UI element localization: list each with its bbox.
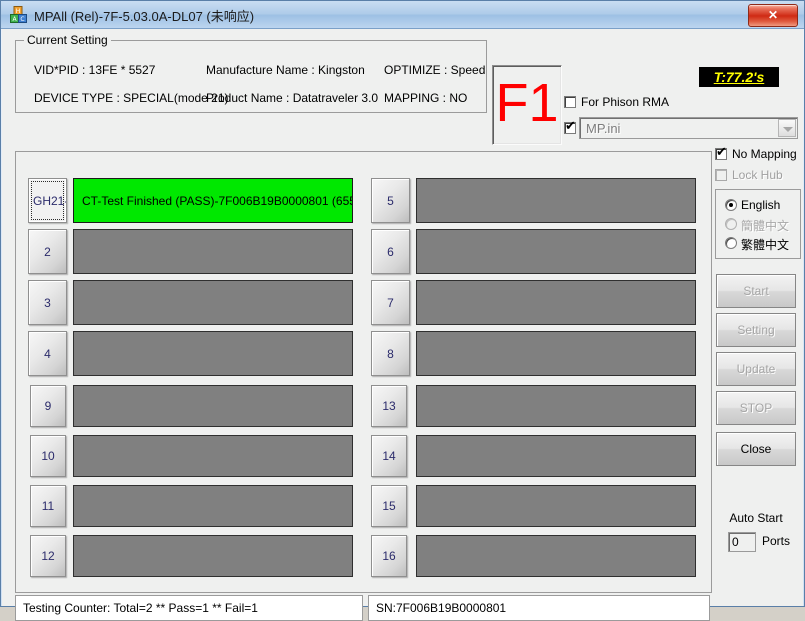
ini-file-value: MP.ini <box>586 121 621 136</box>
function-key-label: F1 <box>495 73 559 133</box>
start-button: Start <box>716 274 796 308</box>
port-status-text: CT-Test Finished (PASS)-7F006B19B0000801… <box>82 193 352 208</box>
port-button-label: 15 <box>382 499 396 513</box>
current-setting-group: Current Setting VID*PID : 13FE * 5527 Ma… <box>15 33 487 113</box>
port-button-16[interactable]: 16 <box>371 535 407 577</box>
port-button-label: 4 <box>44 346 51 361</box>
port-status-bar-8 <box>416 331 696 376</box>
port-button-label: 6 <box>387 244 394 259</box>
port-button-4[interactable]: 4 <box>28 331 67 376</box>
manufacture-name-text: Manufacture Name : Kingston <box>206 63 365 77</box>
port-status-bar-6 <box>416 229 696 274</box>
checkbox-box <box>564 96 576 108</box>
port-button-9[interactable]: 9 <box>30 385 66 427</box>
port-button-label: 9 <box>44 399 52 413</box>
port-button-label: 13 <box>382 399 396 413</box>
current-setting-legend: Current Setting <box>24 33 111 47</box>
device-type-text: DEVICE TYPE : SPECIAL(mode 21) <box>34 91 229 105</box>
port-status-bar-14 <box>416 435 696 477</box>
port-button-label: 2 <box>44 244 51 259</box>
product-name-text: Product Name : Datatraveler 3.0 <box>206 91 379 105</box>
radio-circle <box>725 237 737 249</box>
port-status-bar-15 <box>416 485 696 527</box>
ports-panel: GH21-1 CT-Test Finished (PASS)-7F006B19B0… <box>15 151 712 593</box>
port-status-bar-4 <box>73 331 353 376</box>
setting-button: Setting <box>716 313 796 347</box>
port-button-label: 10 <box>41 449 55 463</box>
application-window: H A C MPAll (Rel)-7F-5.03.0A-DL07 (未响应) … <box>0 0 805 621</box>
svg-text:C: C <box>20 16 24 23</box>
no-mapping-label: No Mapping <box>732 147 797 161</box>
serial-number-text: SN:7F006B19B0000801 <box>376 601 507 615</box>
port-button-1[interactable]: GH21-1 <box>28 178 67 223</box>
testing-counter-text: Testing Counter: Total=2 ** Pass=1 ** Fa… <box>23 601 258 615</box>
port-button-12[interactable]: 12 <box>30 535 66 577</box>
stop-button: STOP <box>716 391 796 425</box>
port-button-label: 8 <box>387 346 394 361</box>
lock-hub-label: Lock Hub <box>732 168 783 182</box>
port-status-bar-1: CT-Test Finished (PASS)-7F006B19B0000801… <box>73 178 353 223</box>
vid-pid-text: VID*PID : 13FE * 5527 <box>34 63 156 77</box>
port-button-label: 14 <box>382 449 396 463</box>
port-button-15[interactable]: 15 <box>371 485 407 527</box>
language-group: English 簡體中文 繁體中文 <box>715 189 801 259</box>
radio-circle <box>725 199 737 211</box>
port-button-14[interactable]: 14 <box>371 435 407 477</box>
port-status-bar-12 <box>73 535 353 577</box>
radio-circle <box>725 218 737 230</box>
port-button-2[interactable]: 2 <box>28 229 67 274</box>
window-title: MPAll (Rel)-7F-5.03.0A-DL07 (未响应) <box>34 9 255 24</box>
port-status-bar-9 <box>73 385 353 427</box>
svg-text:H: H <box>16 8 21 15</box>
ini-file-select[interactable]: MP.ini <box>579 117 798 139</box>
port-button-label: 5 <box>387 193 394 208</box>
close-button[interactable]: Close <box>716 432 796 466</box>
port-button-11[interactable]: 11 <box>30 485 66 527</box>
for-phison-rma-label: For Phison RMA <box>581 95 670 109</box>
function-key-badge: F1 <box>492 65 562 145</box>
port-status-bar-16 <box>416 535 696 577</box>
port-button-label: 7 <box>387 295 394 310</box>
serial-number-bar: SN:7F006B19B0000801 <box>368 595 710 621</box>
window-content: Current Setting VID*PID : 13FE * 5527 Ma… <box>2 29 803 621</box>
port-button-label: 16 <box>382 549 396 563</box>
auto-start-label: Auto Start <box>729 511 783 525</box>
chevron-down-icon[interactable] <box>778 119 796 137</box>
language-label: 簡體中文 <box>741 219 790 233</box>
port-button-10[interactable]: 10 <box>30 435 66 477</box>
port-button-7[interactable]: 7 <box>371 280 410 325</box>
port-button-5[interactable]: 5 <box>371 178 410 223</box>
port-status-bar-3 <box>73 280 353 325</box>
optimize-text: OPTIMIZE : Speed <box>384 63 486 77</box>
update-button: Update <box>716 352 796 386</box>
port-button-8[interactable]: 8 <box>371 331 410 376</box>
auto-start-ports-input[interactable]: 0 <box>728 532 756 552</box>
title-bar: H A C MPAll (Rel)-7F-5.03.0A-DL07 (未响应) … <box>1 1 804 29</box>
language-label: English <box>741 198 781 212</box>
port-button-label: 11 <box>41 499 55 513</box>
port-status-bar-13 <box>416 385 696 427</box>
port-status-bar-2 <box>73 229 353 274</box>
port-status-bar-11 <box>73 485 353 527</box>
mapping-text: MAPPING : NO <box>384 91 468 105</box>
port-status-bar-7 <box>416 280 696 325</box>
ports-unit-label: Ports <box>762 534 791 548</box>
port-status-bar-5 <box>416 178 696 223</box>
elapsed-timer: T:77.2's <box>699 67 779 87</box>
checkbox-box <box>715 169 727 181</box>
port-button-3[interactable]: 3 <box>28 280 67 325</box>
port-button-6[interactable]: 6 <box>371 229 410 274</box>
testing-counter-bar: Testing Counter: Total=2 ** Pass=1 ** Fa… <box>15 595 363 621</box>
window-close-button[interactable]: ✕ <box>748 4 798 27</box>
port-status-bar-10 <box>73 435 353 477</box>
language-label: 繁體中文 <box>741 238 790 252</box>
checkbox-box <box>564 119 576 134</box>
abc-blocks-icon: H A C <box>10 6 27 23</box>
port-button-13[interactable]: 13 <box>371 385 407 427</box>
port-button-label: GH21-1 <box>33 193 66 208</box>
port-button-label: 3 <box>44 295 51 310</box>
checkbox-box <box>715 145 727 160</box>
port-button-label: 12 <box>41 549 55 563</box>
